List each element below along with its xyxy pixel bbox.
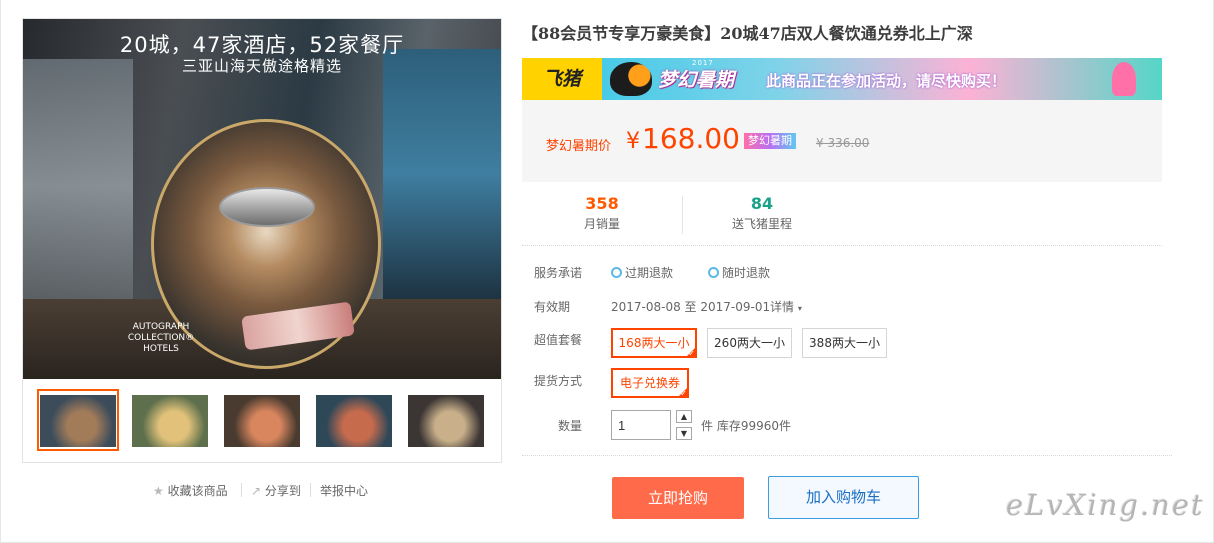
campaign-message: 此商品正在参加活动，请尽快购买！ xyxy=(766,72,1007,90)
thumbnail-2[interactable] xyxy=(129,389,211,451)
image-caption-line2: 三亚山海天傲途格精选 xyxy=(181,57,342,75)
miles-label: 送飞猪里程 xyxy=(731,217,792,231)
monthly-sales-label: 月销量 xyxy=(583,217,620,231)
thumbnail-image xyxy=(40,395,116,447)
stock-info: 件 库存99960件 xyxy=(701,417,791,434)
current-price: ¥168.00 xyxy=(626,122,740,155)
original-price: ¥ 336.00 xyxy=(816,136,870,150)
image-window-panel xyxy=(383,49,501,299)
validity-label: 有效期 xyxy=(534,300,571,314)
campaign-banner[interactable]: 飞猪 2017 梦幻暑期 此商品正在参加活动，请尽快购买！ xyxy=(522,58,1162,100)
validity-detail-toggle[interactable]: 详情 ▾ xyxy=(770,298,802,315)
toucan-icon xyxy=(610,62,652,96)
service-label: 服务承诺 xyxy=(534,266,583,280)
chevron-down-icon: ▾ xyxy=(797,304,802,313)
check-icon: ✓ xyxy=(680,389,687,398)
site-watermark: eLvXing.net xyxy=(1006,488,1205,522)
chevron-up-icon: ▲ xyxy=(680,412,688,421)
monthly-sales: 358 月销量 xyxy=(522,194,682,232)
favorite-button[interactable]: ★ 收藏该商品 xyxy=(153,482,228,499)
price-panel: 梦幻暑期价 ¥168.00 梦幻暑期 ¥ 336.00 xyxy=(522,100,1162,182)
package-option-260[interactable]: 260两大一小 xyxy=(707,328,792,358)
thumbnail-image xyxy=(316,395,392,447)
sales-stats: 358 月销量 84 送飞猪里程 xyxy=(522,182,1162,246)
share-icon: ↗ xyxy=(251,484,262,498)
thumbnail-3[interactable] xyxy=(221,389,303,451)
add-to-cart-button[interactable]: 加入购物车 xyxy=(768,476,919,519)
delivery-option-voucher[interactable]: 电子兑换券 ✓ xyxy=(611,368,689,398)
favorite-label: 收藏该商品 xyxy=(167,484,228,498)
service-item-label: 过期退款 xyxy=(625,266,674,280)
product-title: 【88会员节专享万豪美食】20城47店双人餐饮通兑券北上广深 xyxy=(522,24,973,43)
package-option-label: 168两大一小 xyxy=(618,336,690,350)
thumbnail-4[interactable] xyxy=(313,389,395,451)
package-option-label: 388两大一小 xyxy=(809,336,880,350)
report-link[interactable]: 举报中心 xyxy=(320,482,368,499)
package-label: 超值套餐 xyxy=(534,333,583,347)
product-page: 20城，47家酒店，52家餐厅 三亚山海天傲途格精选 AUTOGRAPH COL… xyxy=(0,0,1214,543)
quantity-unit: 件 xyxy=(701,419,714,433)
package-option-388[interactable]: 388两大一小 xyxy=(802,328,887,358)
thumbnail-image xyxy=(224,395,300,447)
delivery-option-label: 电子兑换券 xyxy=(619,376,680,390)
quantity-decrease-button[interactable]: ▼ xyxy=(676,427,692,440)
fliggy-logo: 飞猪 xyxy=(522,58,602,100)
thumbnail-strip xyxy=(37,389,497,451)
flamingo-icon xyxy=(1112,62,1136,96)
campaign-name: 梦幻暑期 xyxy=(658,69,735,91)
validity-value: 2017-08-08 至 2017-09-01 xyxy=(611,300,771,314)
chevron-down-icon: ▼ xyxy=(680,429,688,438)
price-label: 梦幻暑期价 xyxy=(546,139,612,154)
thumbnail-1[interactable] xyxy=(37,389,119,451)
section-divider xyxy=(522,455,1172,456)
detail-label: 详情 xyxy=(770,300,795,314)
shield-icon xyxy=(708,267,719,278)
action-divider xyxy=(241,483,242,497)
thumbnail-5[interactable] xyxy=(405,389,487,451)
share-label: 分享到 xyxy=(264,484,301,498)
hotel-brand-logo: AUTOGRAPH COLLECTION® HOTELS xyxy=(127,322,195,354)
price-value: 168.00 xyxy=(642,122,740,155)
main-product-image[interactable]: 20城，47家酒店，52家餐厅 三亚山海天傲途格精选 AUTOGRAPH COL… xyxy=(23,19,501,379)
star-icon: ★ xyxy=(153,484,164,498)
currency-symbol: ¥ xyxy=(626,129,640,154)
action-divider xyxy=(310,483,311,497)
service-item-label: 随时退款 xyxy=(722,266,771,280)
thumbnail-image xyxy=(132,395,208,447)
thumbnail-image xyxy=(408,395,484,447)
shield-icon xyxy=(611,267,622,278)
stock-count: 库存99960件 xyxy=(716,419,792,433)
image-hotpot xyxy=(219,187,315,227)
promo-badge: 梦幻暑期 xyxy=(744,133,796,149)
monthly-sales-value: 358 xyxy=(585,194,619,213)
buy-now-button[interactable]: 立即抢购 xyxy=(612,477,744,519)
delivery-label: 提货方式 xyxy=(534,374,583,388)
miles-reward: 84 送飞猪里程 xyxy=(682,194,842,232)
package-option-168[interactable]: 168两大一小 ✓ xyxy=(611,328,697,358)
quantity-label: 数量 xyxy=(558,419,583,433)
package-option-label: 260两大一小 xyxy=(714,336,785,350)
service-item-anytime-refund[interactable]: 随时退款 xyxy=(708,264,770,281)
check-icon: ✓ xyxy=(688,349,695,358)
share-button[interactable]: ↗ 分享到 xyxy=(251,482,301,499)
service-item-expired-refund[interactable]: 过期退款 xyxy=(611,264,673,281)
quantity-increase-button[interactable]: ▲ xyxy=(676,410,692,423)
miles-value: 84 xyxy=(750,194,774,213)
quantity-input[interactable] xyxy=(611,410,671,440)
image-gallery: 20城，47家酒店，52家餐厅 三亚山海天傲途格精选 AUTOGRAPH COL… xyxy=(22,18,502,463)
